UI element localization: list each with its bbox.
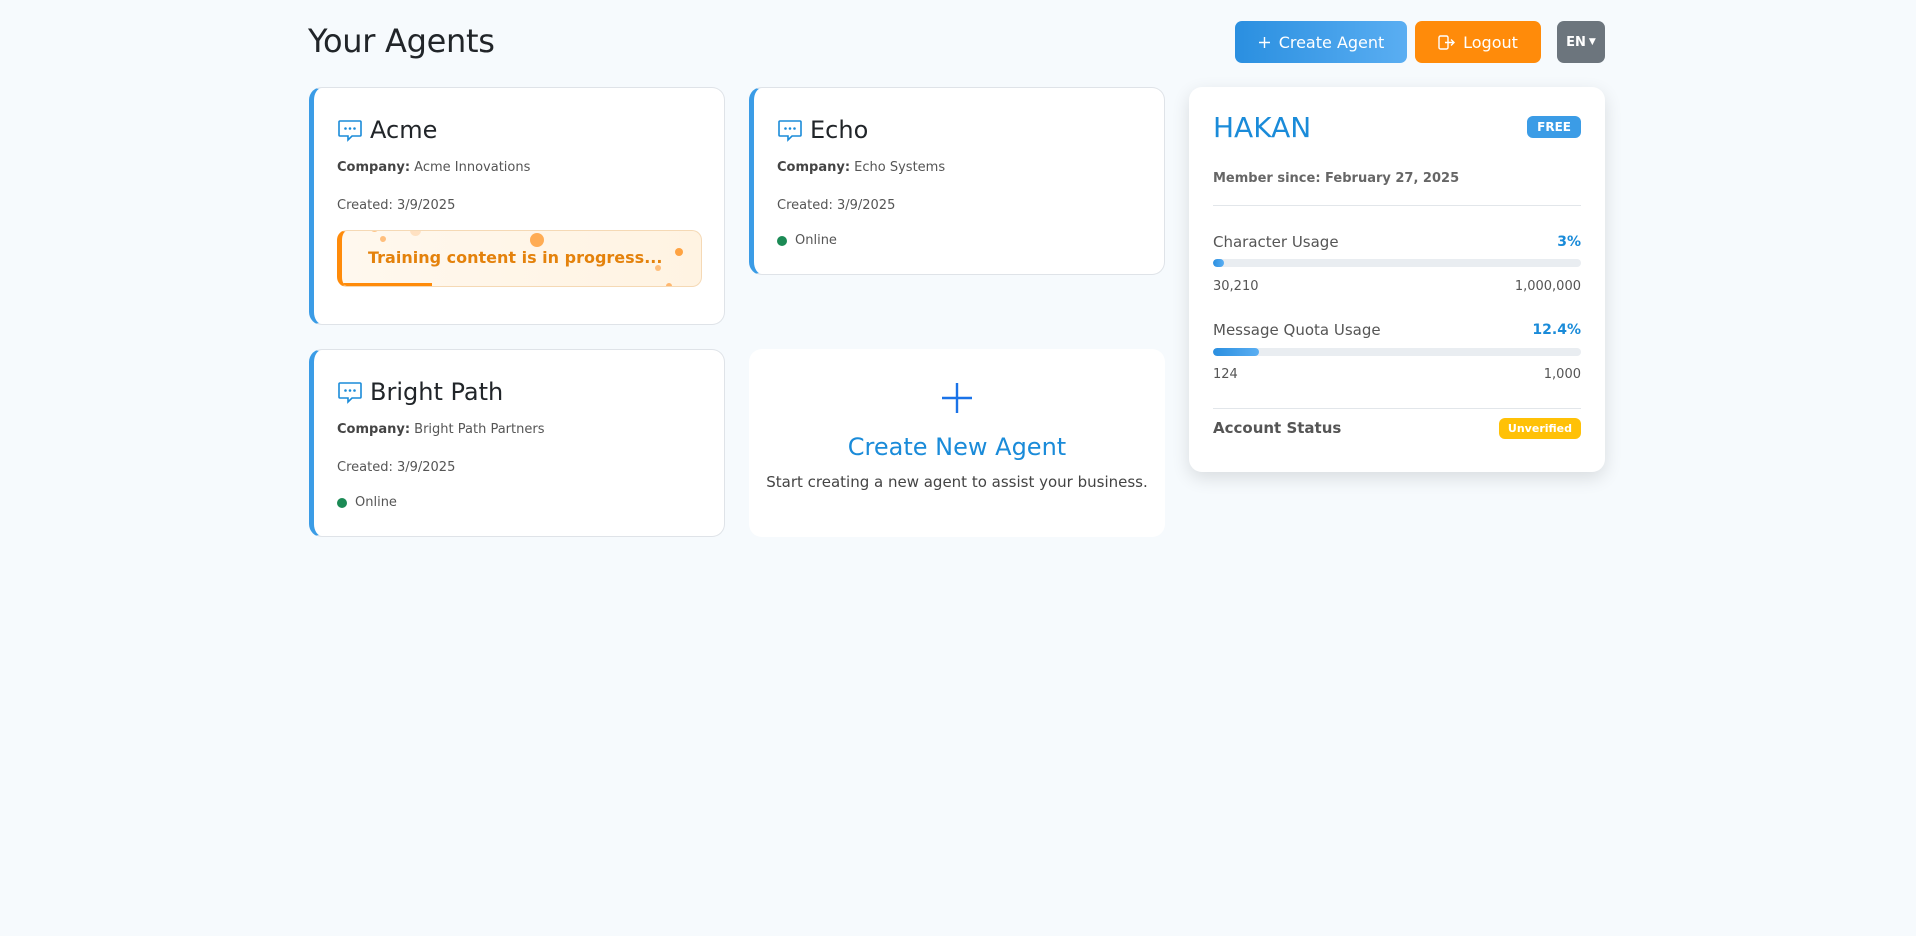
- logout-icon: [1438, 34, 1456, 50]
- chat-icon: [338, 120, 362, 142]
- profile-name: HAKAN: [1213, 111, 1312, 144]
- divider: [1213, 205, 1581, 206]
- training-status-text: Training content is in progress...: [368, 248, 663, 267]
- member-since: Member since: February 27, 2025: [1213, 171, 1460, 186]
- account-status-badge: Unverified: [1498, 418, 1581, 439]
- page-title: Your Agents: [308, 22, 495, 60]
- create-agent-label: Create Agent: [1278, 32, 1385, 52]
- account-status-label: Account Status: [1213, 419, 1342, 437]
- character-usage-percent: 3%: [1557, 234, 1581, 250]
- plus-icon: [942, 383, 972, 413]
- create-new-agent-description: Start creating a new agent to assist you…: [766, 473, 1148, 491]
- agent-name: Echo: [810, 116, 869, 144]
- online-status-dot: [777, 235, 787, 246]
- create-new-agent-title: Create New Agent: [847, 433, 1067, 461]
- agent-status-label: Online: [795, 233, 837, 248]
- character-usage-used: 30,210: [1213, 279, 1259, 294]
- agent-name: Acme: [370, 116, 438, 144]
- character-usage-fill: [1213, 259, 1225, 267]
- agent-created-date: Created: 3/9/2025: [337, 460, 456, 475]
- logout-button[interactable]: Logout: [1415, 21, 1541, 63]
- chat-icon: [778, 120, 802, 142]
- training-progress-bar: [342, 283, 432, 286]
- agent-created-date: Created: 3/9/2025: [777, 198, 896, 213]
- agent-company: Company: Echo Systems: [777, 160, 946, 175]
- message-usage-used: 124: [1213, 367, 1238, 382]
- plus-icon: [1258, 36, 1270, 48]
- character-usage-limit: 1,000,000: [1514, 279, 1581, 294]
- agent-status: Online: [777, 233, 837, 248]
- message-usage-percent: 12.4%: [1532, 322, 1581, 338]
- message-usage-label: Message Quota Usage: [1213, 321, 1381, 339]
- character-usage-label: Character Usage: [1213, 233, 1339, 251]
- language-label: EN: [1566, 34, 1586, 50]
- agent-company: Company: Bright Path Partners: [337, 422, 545, 437]
- create-agent-button[interactable]: Create Agent: [1235, 21, 1407, 63]
- online-status-dot: [337, 497, 347, 508]
- agent-company: Company: Acme Innovations: [337, 160, 531, 175]
- training-progress-banner: Training content is in progress...: [337, 230, 702, 287]
- message-usage-limit: 1,000: [1543, 367, 1581, 382]
- agent-status: Online: [337, 495, 397, 510]
- character-usage-bar: [1213, 259, 1581, 267]
- chat-icon: [338, 382, 362, 404]
- create-new-agent-card[interactable]: Create New Agent Start creating a new ag…: [749, 349, 1165, 537]
- profile-card: HAKAN FREE Member since: February 27, 20…: [1189, 87, 1605, 472]
- message-usage-bar: [1213, 348, 1581, 356]
- caret-down-icon: ▼: [1588, 37, 1596, 47]
- divider: [1213, 408, 1581, 409]
- agent-card-bright-path[interactable]: Bright Path Company: Bright Path Partner…: [309, 349, 725, 537]
- agent-card-echo[interactable]: Echo Company: Echo Systems Created: 3/9/…: [749, 87, 1165, 275]
- agent-name: Bright Path: [370, 378, 504, 406]
- plan-badge: FREE: [1527, 116, 1581, 138]
- language-dropdown[interactable]: EN ▼: [1557, 21, 1605, 63]
- message-usage-fill: [1213, 348, 1259, 356]
- agent-card-acme[interactable]: Acme Company: Acme Innovations Created: …: [309, 87, 725, 325]
- agent-status-label: Online: [355, 495, 397, 510]
- agent-created-date: Created: 3/9/2025: [337, 198, 456, 213]
- logout-label: Logout: [1463, 32, 1518, 52]
